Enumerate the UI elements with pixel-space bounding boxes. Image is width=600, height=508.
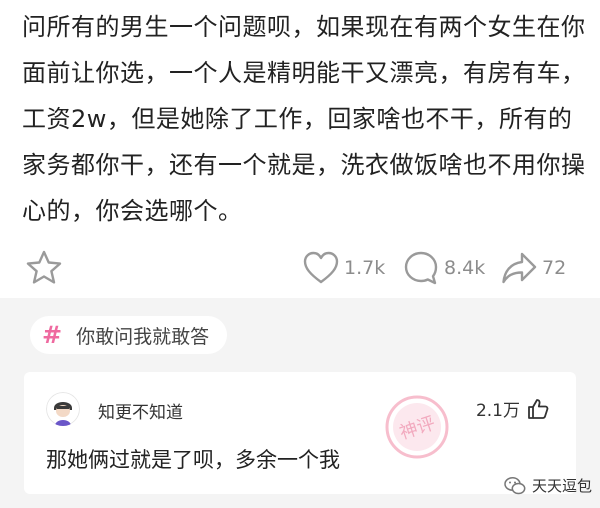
comment-like-count: 2.1万 <box>475 401 520 421</box>
comment-text: 那她俩过就是了呗，多余一个我 <box>46 448 340 472</box>
star-icon <box>26 250 62 284</box>
like-count: 1.7k <box>344 257 386 279</box>
hash-icon: # <box>42 321 63 349</box>
watermark: 天天逗包 <box>504 475 592 496</box>
topic-label: 你敢问我就敢答 <box>76 325 210 348</box>
watermark-text: 天天逗包 <box>531 477 592 495</box>
share-arrow-icon <box>502 252 537 284</box>
avatar[interactable] <box>46 392 80 426</box>
comment-bubble-icon <box>404 251 438 285</box>
heart-icon <box>303 251 339 284</box>
wechat-icon <box>504 476 526 494</box>
hot-comment-stamp: 神评 <box>385 395 449 459</box>
topic-tag[interactable]: # 你敢问我就敢答 <box>30 316 228 354</box>
hot-comment: 知更不知道 神评 2.1万 那她俩过就是了呗，多余一个我 <box>24 372 576 494</box>
share-count: 72 <box>542 257 567 279</box>
comment-like-button[interactable]: 2.1万 <box>476 396 550 421</box>
favorite-button[interactable] <box>24 248 64 288</box>
comment-count: 8.4k <box>444 257 486 279</box>
post-text: 问所有的男生一个问题呗，如果现在有两个女生在你面前让你选，一个人是精明能干又漂亮… <box>22 13 586 225</box>
avatar-icon <box>46 392 80 426</box>
post-card: 问所有的男生一个问题呗，如果现在有两个女生在你面前让你选，一个人是精明能干又漂亮… <box>0 0 600 298</box>
thumbs-up-icon <box>528 398 549 419</box>
action-bar: 1.7k 8.4k 72 <box>0 246 600 290</box>
commenter-name[interactable]: 知更不知道 <box>98 398 183 423</box>
comment-button[interactable]: 8.4k <box>402 248 485 288</box>
like-button[interactable]: 1.7k <box>302 248 385 288</box>
share-button[interactable]: 72 <box>500 248 566 288</box>
